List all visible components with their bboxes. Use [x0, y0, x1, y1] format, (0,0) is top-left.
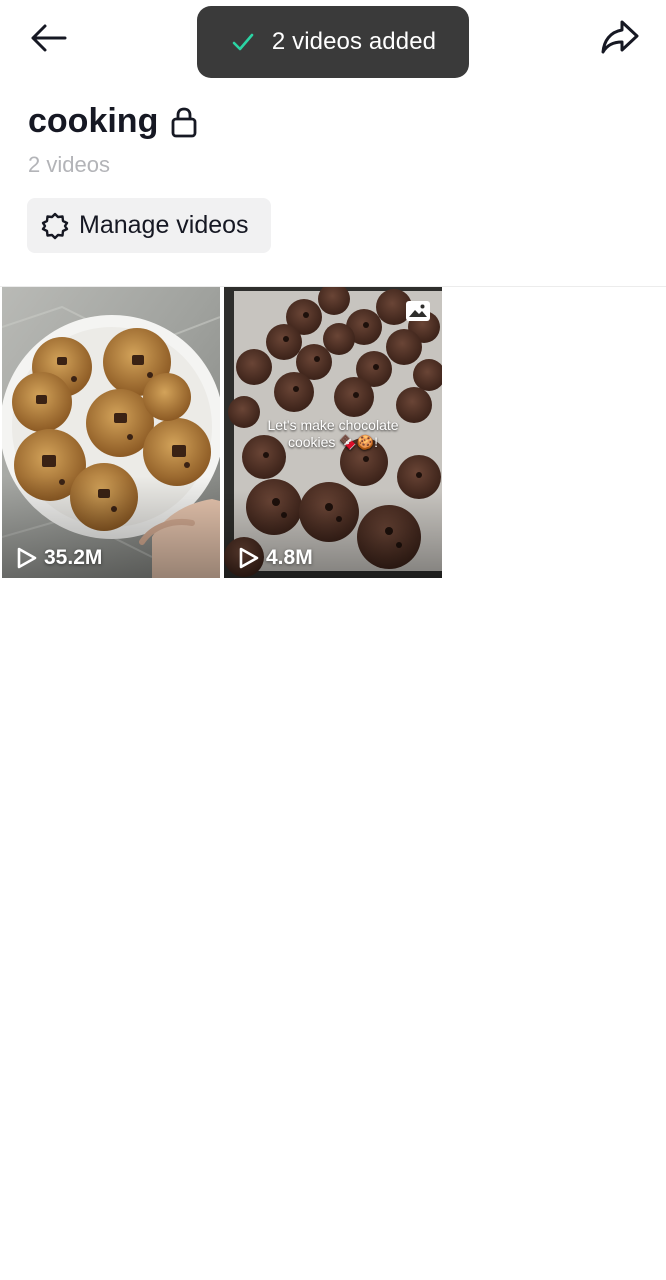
share-arrow-icon	[601, 20, 639, 54]
video-caption: Let's make chocolate cookies 🍫🍪!	[224, 417, 442, 451]
view-count-text: 4.8M	[266, 546, 313, 569]
manage-videos-label: Manage videos	[79, 211, 249, 239]
view-count-text: 35.2M	[44, 546, 103, 569]
video-thumbnail[interactable]: 35.2M	[2, 287, 220, 578]
lock-icon	[170, 105, 198, 139]
play-icon	[17, 547, 37, 569]
collection-header: cooking	[28, 102, 198, 141]
check-icon	[230, 29, 256, 55]
gear-icon	[41, 212, 69, 239]
view-count: 4.8M	[238, 546, 313, 570]
view-count: 35.2M	[16, 546, 102, 570]
manage-videos-button[interactable]: Manage videos	[27, 198, 271, 253]
toast-notification: 2 videos added	[197, 6, 469, 78]
video-count: 2 videos	[28, 152, 110, 177]
video-thumbnail[interactable]: Let's make chocolate cookies 🍫🍪! 4.8M	[224, 287, 442, 578]
video-caption-line: Let's make chocolate	[267, 417, 399, 433]
toast-text: 2 videos added	[271, 28, 437, 55]
video-thumbnail-image	[2, 287, 220, 578]
video-caption-line: cookies 🍫🍪!	[287, 434, 379, 450]
arrow-left-icon	[31, 24, 67, 52]
photo-icon	[406, 301, 430, 321]
play-icon	[239, 547, 259, 569]
share-button[interactable]	[598, 16, 642, 58]
back-button[interactable]	[26, 18, 70, 58]
video-grid: 35.2M Let's make chocolate cookies 🍫🍪! 4…	[2, 287, 442, 578]
collection-title: cooking	[28, 102, 159, 140]
